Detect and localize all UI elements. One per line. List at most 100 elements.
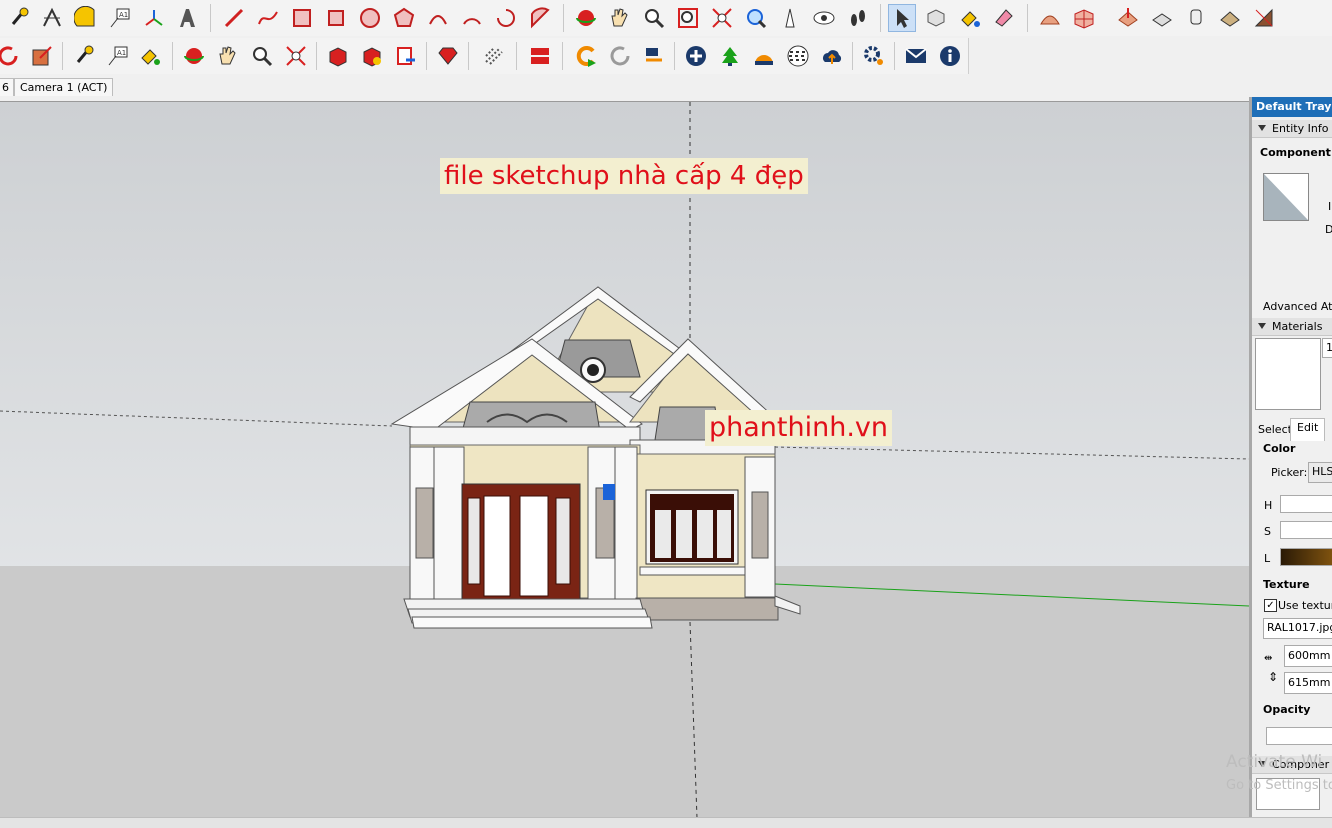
sun-icon[interactable]	[750, 42, 778, 70]
select-icon[interactable]	[888, 4, 916, 32]
pan-icon[interactable]	[606, 4, 634, 32]
zoom-icon[interactable]	[640, 4, 668, 32]
freehand-icon[interactable]	[254, 4, 282, 32]
settings-icon[interactable]	[860, 42, 888, 70]
activate-windows-watermark: Activate Wi	[1226, 752, 1323, 772]
arc-icon[interactable]	[424, 4, 452, 32]
tab-edit[interactable]: Edit	[1290, 418, 1326, 441]
zoom-extents-2-icon[interactable]	[282, 42, 310, 70]
text-2-icon[interactable]: A1	[104, 42, 132, 70]
flip-edge-icon[interactable]	[1250, 4, 1278, 32]
walk-icon[interactable]	[844, 4, 872, 32]
tab-select[interactable]: Select	[1258, 423, 1292, 436]
eraser-icon[interactable]	[990, 4, 1018, 32]
rotate-icon[interactable]	[0, 42, 22, 70]
material-preview	[1255, 338, 1321, 410]
svg-text:A1: A1	[119, 11, 128, 19]
add-icon[interactable]	[682, 42, 710, 70]
3d-warehouse-icon[interactable]	[324, 42, 352, 70]
sync-views-icon[interactable]	[640, 42, 668, 70]
share-component-icon[interactable]	[392, 42, 420, 70]
make-component-icon[interactable]	[922, 4, 950, 32]
tools-panel-icon[interactable]	[480, 42, 508, 70]
mail-icon[interactable]	[902, 42, 930, 70]
pie-icon[interactable]	[526, 4, 554, 32]
refresh-icon[interactable]	[606, 42, 634, 70]
line-icon[interactable]	[220, 4, 248, 32]
s-slider[interactable]	[1280, 521, 1332, 539]
component-thumbnail	[1263, 173, 1309, 221]
position-camera-icon[interactable]	[776, 4, 804, 32]
vegetation-icon[interactable]	[716, 42, 744, 70]
texture-height-input[interactable]: 615mm	[1284, 672, 1332, 694]
entity-field-label-d: D	[1325, 223, 1332, 236]
advanced-attributes-link[interactable]: Advanced Attr	[1263, 300, 1332, 313]
toolbar-row-1: A1	[0, 0, 1332, 36]
model-viewport[interactable]: file sketchup nhà cấp 4 đẹp phanthinh.vn	[0, 101, 1249, 818]
extension-warehouse-icon[interactable]	[434, 42, 462, 70]
texture-filename[interactable]: RAL1017.jpg	[1263, 618, 1332, 639]
tray-title: Default Tray	[1252, 97, 1332, 117]
enscape-icon[interactable]	[572, 42, 600, 70]
polygon-icon[interactable]	[390, 4, 418, 32]
info-icon[interactable]	[936, 42, 964, 70]
axes-icon[interactable]	[140, 4, 168, 32]
opacity-slider[interactable]	[1266, 727, 1332, 745]
house-model[interactable]	[390, 286, 801, 629]
smoove-icon[interactable]	[1114, 4, 1142, 32]
previous-view-icon[interactable]	[742, 4, 770, 32]
protractor-icon[interactable]	[72, 4, 100, 32]
paint-bucket-2-icon[interactable]	[136, 42, 164, 70]
zoom-extents-icon[interactable]	[708, 4, 736, 32]
title-overlay: file sketchup nhà cấp 4 đẹp	[440, 158, 808, 194]
tape-measure-icon[interactable]	[5, 4, 33, 32]
orbit-icon[interactable]	[572, 4, 600, 32]
add-detail-icon[interactable]	[1216, 4, 1244, 32]
h-slider[interactable]	[1280, 495, 1332, 513]
tape-measure-2-icon[interactable]	[70, 42, 98, 70]
texture-width-input[interactable]: 600mm	[1284, 645, 1332, 667]
3d-text-icon[interactable]	[173, 4, 201, 32]
material-count-box: 1	[1322, 338, 1332, 358]
brick-wall-icon[interactable]	[526, 42, 554, 70]
materials-label: Materials	[1272, 320, 1323, 333]
circle-icon[interactable]	[356, 4, 384, 32]
default-tray: Default Tray Entity Info Component ( I D…	[1249, 97, 1332, 820]
follow-me-icon[interactable]	[28, 42, 56, 70]
rotated-rectangle-icon[interactable]	[322, 4, 350, 32]
text-icon[interactable]: A1	[106, 4, 134, 32]
look-around-icon[interactable]	[810, 4, 838, 32]
rectangle-icon[interactable]	[288, 4, 316, 32]
3-point-arc-icon[interactable]	[492, 4, 520, 32]
paint-bucket-icon[interactable]	[956, 4, 984, 32]
zoom-2-icon[interactable]	[248, 42, 276, 70]
scene-tab-camera-1[interactable]: Camera 1 (ACT)	[14, 78, 114, 96]
upload-icon[interactable]	[818, 42, 846, 70]
s-label: S	[1264, 525, 1271, 538]
stamp-icon[interactable]	[1148, 4, 1176, 32]
use-texture-checkbox[interactable]: ✓	[1264, 599, 1277, 612]
l-slider[interactable]	[1280, 548, 1332, 566]
pan-2-icon[interactable]	[214, 42, 242, 70]
materials-header[interactable]: Materials	[1252, 318, 1332, 336]
height-arrows-icon: ⇕	[1268, 670, 1279, 684]
status-bar	[0, 817, 1332, 828]
sandbox-from-scratch-icon[interactable]	[1070, 4, 1098, 32]
website-overlay: phanthinh.vn	[705, 410, 893, 446]
orbit-2-icon[interactable]	[180, 42, 208, 70]
sandbox-from-contours-icon[interactable]	[1036, 4, 1064, 32]
entity-info-header[interactable]: Entity Info	[1252, 120, 1332, 138]
texture-heading: Texture	[1263, 578, 1310, 591]
svg-text:A1: A1	[117, 49, 126, 57]
component-label: Component (	[1260, 146, 1332, 159]
drape-icon[interactable]	[1182, 4, 1210, 32]
material-icon[interactable]	[784, 42, 812, 70]
dimension-icon[interactable]	[38, 4, 66, 32]
share-model-icon[interactable]	[358, 42, 386, 70]
2-point-arc-icon[interactable]	[458, 4, 486, 32]
entity-info-label: Entity Info	[1272, 122, 1329, 135]
zoom-window-icon[interactable]	[674, 4, 702, 32]
picker-select[interactable]: HLS	[1308, 462, 1332, 483]
use-texture-label: Use texture	[1278, 599, 1332, 612]
scene-tab-6[interactable]: 6	[0, 78, 14, 96]
